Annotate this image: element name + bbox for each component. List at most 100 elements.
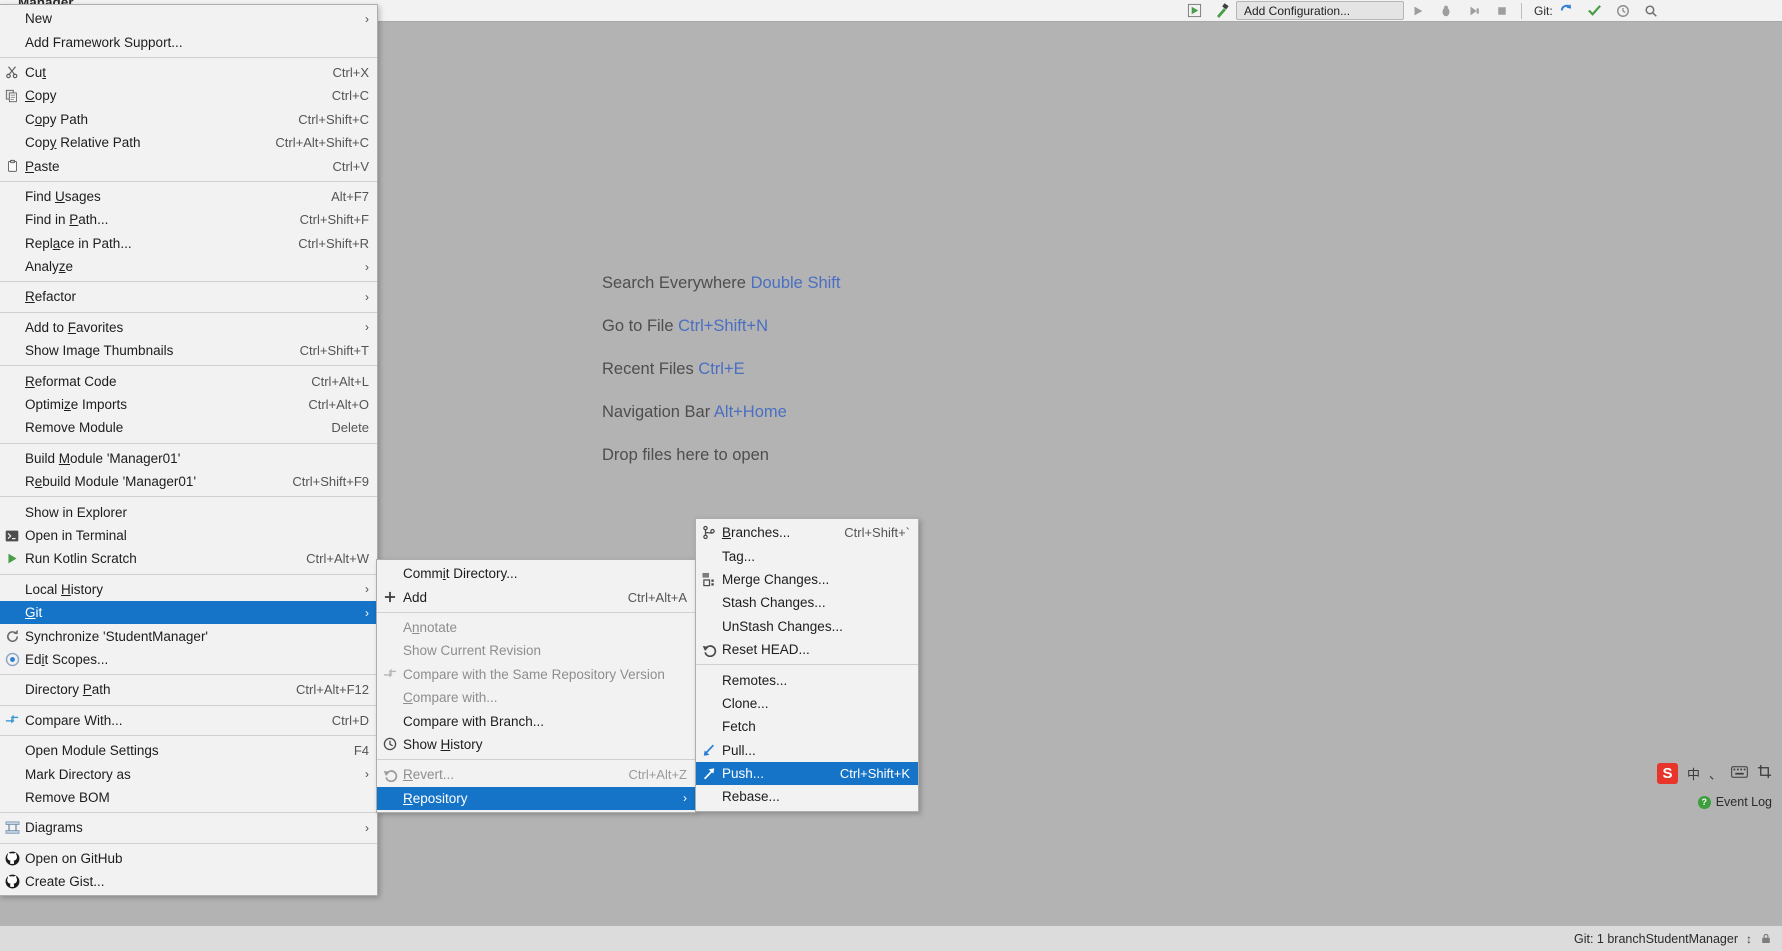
chevron-right-icon: › (365, 289, 369, 304)
editor-hint-label: Drop files here to open (602, 446, 769, 464)
vcs-update-icon[interactable] (1556, 2, 1578, 20)
git-menu-item-show-current-revision: Show Current Revision (377, 639, 695, 662)
menu-item-label: Pull... (722, 742, 756, 758)
stop-icon[interactable] (1491, 2, 1513, 20)
search-icon[interactable] (1640, 2, 1662, 20)
context-menu-item-find-usages[interactable]: Find Usages Alt+F7 (0, 185, 377, 208)
repository-menu-item-unstash-changes[interactable]: UnStash Changes... (696, 615, 918, 638)
branch-chooser-icon[interactable]: ↕ (1746, 932, 1752, 946)
context-menu-item-directory-path[interactable]: Directory Path Ctrl+Alt+F12 (0, 678, 377, 701)
repository-menu-item-fetch[interactable]: Fetch (696, 715, 918, 738)
context-menu-item-add-to-favorites[interactable]: Add to Favorites › (0, 316, 377, 339)
menu-item-label: Synchronize 'StudentManager' (25, 628, 209, 644)
branch-icon (696, 525, 722, 540)
context-menu-item-open-on-github[interactable]: Open on GitHub (0, 847, 377, 870)
status-git-branch[interactable]: Git: 1 branchStudentManager (1574, 932, 1738, 946)
context-menu-item-build-module-manager01[interactable]: Build Module 'Manager01' (0, 447, 377, 470)
context-menu-item-remove-bom[interactable]: Remove BOM (0, 786, 377, 809)
repository-submenu[interactable]: Branches... Ctrl+Shift+` Tag... Merge Chang… (695, 518, 919, 812)
git-menu-item-commit-directory[interactable]: Commit Directory... (377, 562, 695, 585)
context-menu-item-optimize-imports[interactable]: Optimize Imports Ctrl+Alt+O (0, 393, 377, 416)
git-menu-item-show-history[interactable]: Show History (377, 733, 695, 756)
menu-separator (0, 365, 377, 367)
coverage-icon[interactable] (1463, 2, 1485, 20)
ime-mode-label[interactable]: 中 (1687, 764, 1700, 783)
menu-item-label: Copy Path (25, 111, 89, 127)
event-log-label: Event Log (1715, 795, 1772, 809)
context-menu-item-open-in-terminal[interactable]: Open in Terminal (0, 524, 377, 547)
context-menu-item-paste[interactable]: Paste Ctrl+V (0, 154, 377, 177)
context-menu-item-mark-directory-as[interactable]: Mark Directory as › (0, 762, 377, 785)
context-menu-item-remove-module[interactable]: Remove Module Delete (0, 416, 377, 439)
context-menu-item-edit-scopes[interactable]: Edit Scopes... (0, 648, 377, 671)
context-menu-item-local-history[interactable]: Local History › (0, 578, 377, 601)
context-menu-item-replace-in-path[interactable]: Replace in Path... Ctrl+Shift+R (0, 232, 377, 255)
menu-separator (0, 496, 377, 498)
run-configuration-selector[interactable]: Add Configuration... (1236, 1, 1404, 20)
context-menu-item-run-kotlin-scratch[interactable]: Run Kotlin Scratch Ctrl+Alt+W (0, 547, 377, 570)
diagram-icon-svg (5, 821, 19, 834)
context-menu-item-analyze[interactable]: Analyze › (0, 255, 377, 278)
repository-menu-item-push[interactable]: Push... Ctrl+Shift+K (696, 761, 918, 786)
menu-item-label: Show Current Revision (403, 643, 542, 659)
repository-menu-item-merge-changes[interactable]: Merge Changes... (696, 568, 918, 591)
git-menu-item-add[interactable]: Add Ctrl+Alt+A (377, 585, 695, 608)
menu-item-shortcut: Ctrl+Alt+Shift+C (275, 135, 369, 151)
context-menu-item-show-image-thumbnails[interactable]: Show Image Thumbnails Ctrl+Shift+T (0, 339, 377, 362)
bug-icon-svg (1442, 5, 1450, 16)
repository-menu-item-rebase[interactable]: Rebase... (696, 785, 918, 808)
context-menu-item-copy-relative-path[interactable]: Copy Relative Path Ctrl+Alt+Shift+C (0, 131, 377, 154)
lock-icon[interactable] (1760, 932, 1772, 945)
context-menu-item-rebuild-module-manager01[interactable]: Rebuild Module 'Manager01' Ctrl+Shift+F9 (0, 470, 377, 493)
context-menu-item-refactor[interactable]: Refactor › (0, 285, 377, 308)
clipboard-icon (0, 159, 25, 173)
repository-menu-item-pull[interactable]: Pull... (696, 739, 918, 762)
event-log-indicator[interactable]: ? Event Log (1697, 795, 1772, 809)
menu-item-label: Reformat Code (25, 373, 117, 389)
context-menu-item-copy-path[interactable]: Copy Path Ctrl+Shift+C (0, 108, 377, 131)
git-submenu[interactable]: Commit Directory... Add Ctrl+Alt+A Annotate… (376, 559, 696, 813)
debug-icon[interactable] (1435, 2, 1457, 20)
context-menu-item-cut[interactable]: Cut Ctrl+X (0, 61, 377, 84)
repository-menu-item-stash-changes[interactable]: Stash Changes... (696, 591, 918, 614)
context-menu-item-copy[interactable]: Copy Ctrl+C (0, 84, 377, 107)
context-menu-item-create-gist[interactable]: Create Gist... (0, 870, 377, 893)
context-menu-item-git[interactable]: Git › (0, 600, 377, 625)
menu-item-label: Stash Changes... (722, 595, 826, 611)
context-menu-item-add-framework-support[interactable]: Add Framework Support... (0, 30, 377, 53)
repository-menu-item-clone[interactable]: Clone... (696, 692, 918, 715)
git-menu-item-repository[interactable]: Repository › (377, 786, 695, 810)
menu-item-shortcut: Ctrl+Alt+O (308, 397, 369, 413)
git-menu-item-revert: Revert... Ctrl+Alt+Z (377, 763, 695, 786)
revert-icon-dark-svg (702, 645, 716, 658)
repository-menu-item-reset-head[interactable]: Reset HEAD... (696, 638, 918, 661)
context-menu-item-compare-with[interactable]: Compare With... Ctrl+D (0, 709, 377, 732)
repository-menu-item-tag[interactable]: Tag... (696, 544, 918, 567)
context-menu-item-diagrams[interactable]: Diagrams › (0, 816, 377, 839)
context-menu-item-reformat-code[interactable]: Reformat Code Ctrl+Alt+L (0, 369, 377, 392)
build-icon[interactable] (1211, 2, 1233, 20)
context-menu-item-find-in-path[interactable]: Find in Path... Ctrl+Shift+F (0, 208, 377, 231)
repository-menu-item-branches[interactable]: Branches... Ctrl+Shift+` (696, 521, 918, 544)
context-menu[interactable]: New › Add Framework Support... Cut Ctrl+X Cop… (0, 4, 378, 897)
ime-crop-icon[interactable] (1757, 764, 1772, 782)
commit-icon[interactable] (1584, 2, 1606, 20)
run-icon-svg (1187, 3, 1201, 18)
context-menu-item-new[interactable]: New › (0, 7, 377, 30)
chevron-right-icon: › (365, 820, 369, 835)
run-arrow-icon[interactable] (1407, 2, 1429, 20)
context-menu-item-synchronize-studentmanager[interactable]: Synchronize 'StudentManager' (0, 624, 377, 647)
run-icon[interactable] (1183, 2, 1205, 20)
menu-item-label: Merge Changes... (722, 571, 830, 587)
stop-square-svg (1498, 6, 1506, 15)
menu-item-label: Optimize Imports (25, 397, 128, 413)
ime-toolbar[interactable]: S 中 、 (1656, 760, 1772, 786)
editor-hint-label: Navigation Bar (602, 403, 711, 421)
git-menu-item-compare-with-branch[interactable]: Compare with Branch... (377, 709, 695, 732)
context-menu-item-show-in-explorer[interactable]: Show in Explorer (0, 500, 377, 523)
history-icon[interactable] (1612, 2, 1634, 20)
ime-comma-icon[interactable]: 、 (1709, 764, 1722, 783)
ime-keyboard-icon[interactable] (1731, 765, 1748, 781)
context-menu-item-open-module-settings[interactable]: Open Module Settings F4 (0, 739, 377, 762)
repository-menu-item-remotes[interactable]: Remotes... (696, 668, 918, 691)
